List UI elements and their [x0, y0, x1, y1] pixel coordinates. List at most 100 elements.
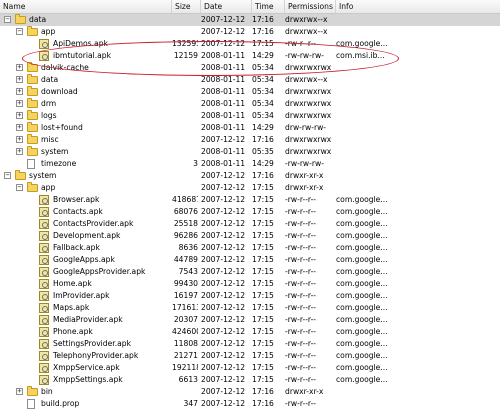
folder-icon — [27, 26, 38, 36]
file-row[interactable]: SettingsProvider.apk 11808 2007-12-12 17:15… — [0, 338, 500, 350]
file-row[interactable]: ContactsProvider.apk 25518 2007-12-12 17:15… — [0, 218, 500, 230]
file-date: 2007-12-12 — [201, 39, 246, 48]
collapse-icon[interactable]: − — [16, 184, 23, 191]
file-row[interactable]: + logs 2008-01-11 05:34 drwxrwxrwx — [0, 110, 500, 122]
file-permissions: drwxrwxrwx — [285, 63, 332, 72]
file-permissions: -rw-rw-rw- — [285, 51, 324, 60]
name-cell: Development.apk — [0, 230, 172, 242]
file-row[interactable]: Phone.apk 4246002007-12-12 17:15 -rw-r--r--… — [0, 326, 500, 338]
column-size[interactable]: Size — [172, 0, 201, 13]
folder-icon — [15, 14, 26, 24]
file-size — [172, 170, 198, 182]
file-size: 12159 — [173, 51, 198, 60]
file-row[interactable]: + lost+found 2008-01-11 14:29 drw-rw-rw- — [0, 122, 500, 134]
file-row[interactable]: + misc 2007-12-12 17:16 drwxrwxrwx — [0, 134, 500, 146]
file-row[interactable]: + data 2008-01-11 05:34 drwxrwx--x — [0, 74, 500, 86]
file-row[interactable]: build.prop 347 2007-12-12 17:16 -rw-r--r-- — [0, 398, 500, 410]
file-row[interactable]: XmppSettings.apk 6613 2007-12-12 17:15 -rw-r… — [0, 374, 500, 386]
expand-icon[interactable]: + — [16, 88, 23, 95]
file-row[interactable]: + system 2008-01-11 05:35 drwxrwxrwx — [0, 146, 500, 158]
file-info: com.google... — [336, 279, 388, 288]
file-row[interactable]: MediaProvider.apk 20307 2007-12-12 17:15 -rw… — [0, 314, 500, 326]
column-info[interactable]: Info — [336, 0, 500, 13]
file-row[interactable]: + download 2008-01-11 05:34 drwxrwxrwx — [0, 86, 500, 98]
file-name: bin — [41, 387, 53, 396]
file-name: system — [29, 171, 57, 180]
file-name: Fallback.apk — [53, 243, 100, 252]
column-date[interactable]: Date — [201, 0, 252, 13]
file-date: 2007-12-12 — [201, 27, 246, 36]
file-time: 17:15 — [252, 327, 274, 336]
collapse-icon[interactable]: − — [16, 28, 23, 35]
apk-file-icon — [39, 231, 49, 241]
file-date: 2007-12-12 — [201, 363, 246, 372]
expand-icon[interactable]: + — [16, 124, 23, 131]
file-permissions: drw-rw-rw- — [285, 123, 327, 132]
file-row[interactable]: Contacts.apk 68076 2007-12-12 17:15 -rw-r--r… — [0, 206, 500, 218]
file-row[interactable]: TelephonyProvider.apk 21271 2007-12-12 17:1… — [0, 350, 500, 362]
file-size: 424600 — [172, 327, 198, 336]
file-row[interactable]: Maps.apk 1716132007-12-12 17:15 -rw-r--r-- c… — [0, 302, 500, 314]
file-row[interactable]: GoogleApps.apk 44789 2007-12-12 17:15 -rw-r-… — [0, 254, 500, 266]
collapse-icon[interactable]: − — [4, 16, 11, 23]
file-info: com.google... — [336, 363, 388, 372]
expand-icon[interactable]: + — [16, 100, 23, 107]
file-info: com.google... — [336, 291, 388, 300]
file-size — [172, 74, 198, 86]
file-row[interactable]: XmppService.apk 1921182007-12-12 17:15 -rw-… — [0, 362, 500, 374]
file-name: ApiDemos.apk — [53, 39, 108, 48]
name-cell: XmppService.apk — [0, 362, 172, 374]
file-row[interactable]: Fallback.apk 8636 2007-12-12 17:15 -rw-r--r-… — [0, 242, 500, 254]
file-name: data — [29, 15, 47, 24]
file-time: 17:15 — [252, 183, 274, 192]
file-info: com.google... — [336, 39, 388, 48]
file-row[interactable]: − app 2007-12-12 17:15 drwxr-xr-x — [0, 182, 500, 194]
file-date: 2007-12-12 — [201, 327, 246, 336]
folder-icon — [27, 74, 38, 84]
file-size — [172, 14, 198, 26]
file-permissions: -rw-r--r-- — [285, 363, 317, 372]
name-cell: + data — [0, 74, 172, 86]
file-row[interactable]: ibmtutorial.apk 12159 2008-01-11 14:29 -rw-r… — [0, 50, 500, 62]
file-date: 2007-12-12 — [201, 231, 246, 240]
collapse-icon[interactable]: − — [4, 172, 11, 179]
file-size — [172, 146, 198, 158]
column-time[interactable]: Time — [252, 0, 285, 13]
expand-icon[interactable]: + — [16, 136, 23, 143]
expand-icon[interactable]: + — [16, 64, 23, 71]
file-info — [336, 26, 500, 38]
expand-icon[interactable]: + — [16, 112, 23, 119]
column-name[interactable]: Name — [0, 0, 172, 13]
file-permissions: -rw-r--r-- — [285, 351, 317, 360]
expand-icon[interactable]: + — [16, 388, 23, 395]
file-size: 99430 — [173, 279, 198, 288]
file-name: logs — [41, 111, 57, 120]
file-date: 2008-01-11 — [201, 99, 246, 108]
file-row[interactable]: − system 2007-12-12 17:16 drwxr-xr-x — [0, 170, 500, 182]
file-row[interactable]: Browser.apk 4186872007-12-12 17:15 -rw-r--r… — [0, 194, 500, 206]
column-permissions[interactable]: Permissions — [285, 0, 336, 13]
file-row[interactable]: + dalvik-cache 2008-01-11 05:34 drwxrwxrwx — [0, 62, 500, 74]
file-row[interactable]: timezone 3 2008-01-11 14:29 -rw-rw-rw- — [0, 158, 500, 170]
name-cell: Phone.apk — [0, 326, 172, 338]
folder-icon — [27, 62, 38, 72]
file-row[interactable]: − data 2007-12-12 17:16 drwxrwx--x — [0, 14, 500, 26]
expand-icon[interactable]: + — [16, 76, 23, 83]
file-row[interactable]: Development.apk 96286 2007-12-12 17:15 -rw-r… — [0, 230, 500, 242]
file-info: com.google... — [336, 231, 388, 240]
file-date: 2008-01-11 — [201, 159, 246, 168]
apk-file-icon — [39, 375, 49, 385]
file-row[interactable]: + drm 2008-01-11 05:34 drwxrwxrwx — [0, 98, 500, 110]
file-size: 7543 — [178, 267, 198, 276]
file-date: 2008-01-11 — [201, 111, 246, 120]
file-row[interactable]: ApiDemos.apk 13259332007-12-12 17:15 -rw-r-… — [0, 38, 500, 50]
file-row[interactable]: Home.apk 99430 2007-12-12 17:15 -rw-r--r-- co… — [0, 278, 500, 290]
apk-file-icon — [39, 195, 49, 205]
file-row[interactable]: GoogleAppsProvider.apk 7543 2007-12-12 17:1… — [0, 266, 500, 278]
file-row[interactable]: ImProvider.apk 16197 2007-12-12 17:15 -rw-r-… — [0, 290, 500, 302]
file-row[interactable]: − app 2007-12-12 17:16 drwxrwx--x — [0, 26, 500, 38]
file-row[interactable]: + bin 2007-12-12 17:16 drwxr-xr-x — [0, 386, 500, 398]
file-permissions: -rw-r--r-- — [285, 303, 317, 312]
file-size: 25518 — [173, 219, 198, 228]
expand-icon[interactable]: + — [16, 148, 23, 155]
